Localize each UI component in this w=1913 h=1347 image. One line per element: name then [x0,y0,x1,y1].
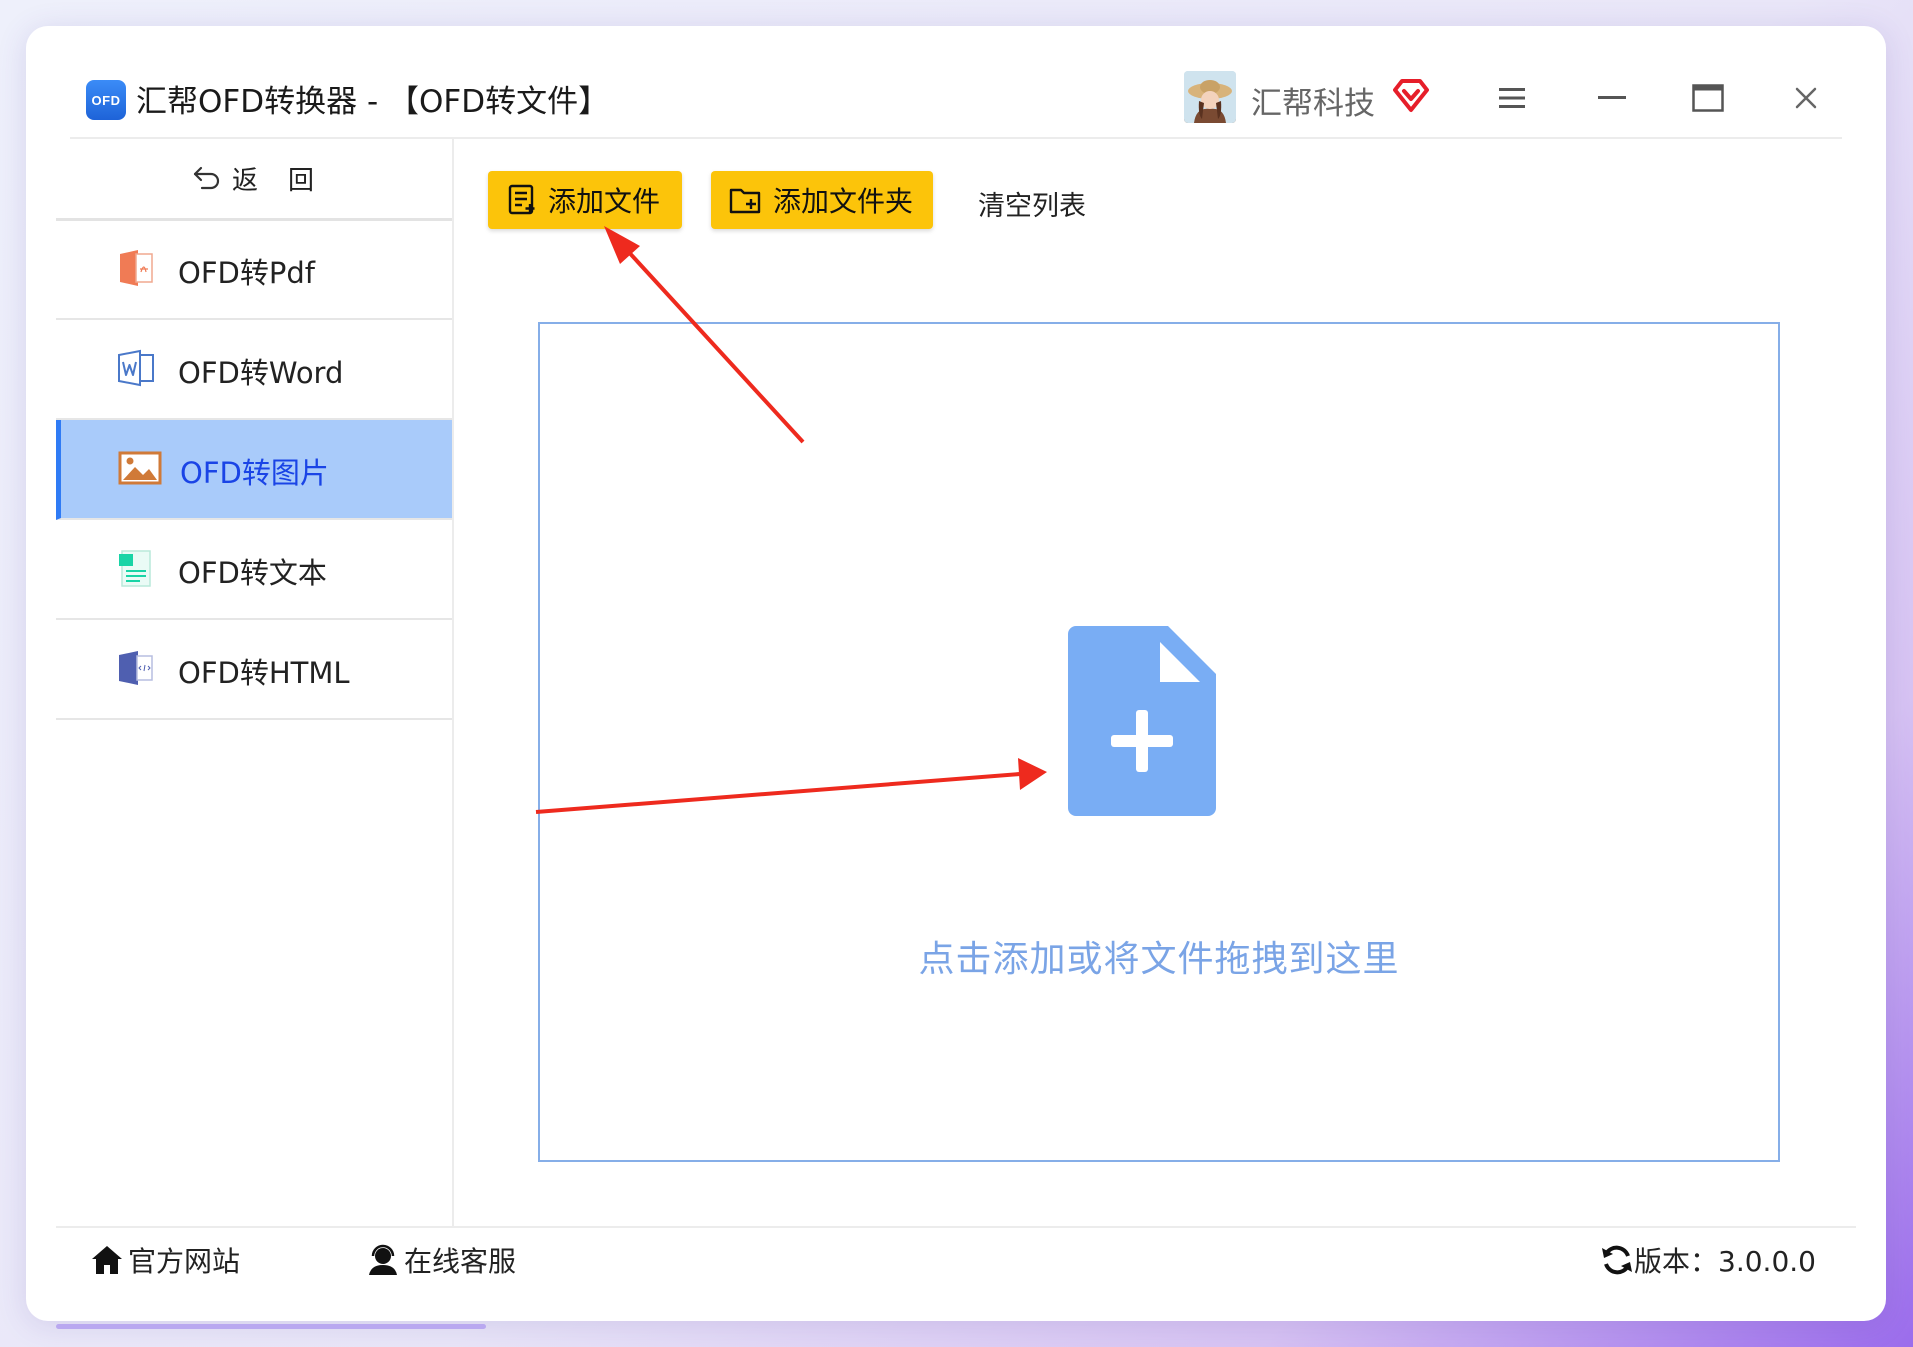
official-website-link[interactable]: 官方网站 [90,1240,240,1280]
sidebar-item-ofd-to-word[interactable]: OFD转Word [56,320,452,420]
add-file-button[interactable]: 添加文件 [488,171,682,229]
online-support-label: 在线客服 [404,1245,517,1278]
image-file-icon [118,451,162,485]
app-logo: OFD [86,80,126,120]
menu-icon[interactable] [1490,76,1534,120]
add-folder-button[interactable]: 添加文件夹 [711,171,933,229]
sidebar-item-label: OFD转Word [178,356,344,390]
version-label: 版本：3.0.0.0 [1634,1245,1816,1278]
text-file-icon [119,550,151,587]
online-support-link[interactable]: 在线客服 [366,1240,516,1280]
window-title: 汇帮OFD转换器 - 【OFD转文件】 [136,84,610,120]
sidebar-item-ofd-to-html[interactable]: OFD转HTML [56,620,452,720]
footer: 官方网站 在线客服 版本：3.0.0.0 [56,1226,1856,1308]
add-folder-label: 添加文件夹 [773,185,914,218]
sidebar: 返 回 OFD转Pdf OFD转Word OFD转图片 OFD转文本 OFD转H… [56,138,454,1228]
refresh-icon [1602,1245,1633,1275]
sidebar-item-label: OFD转Pdf [178,256,315,290]
html-file-icon [119,651,153,685]
vip-diamond-icon[interactable] [1392,76,1430,114]
back-arrow-icon [193,166,220,190]
sidebar-item-ofd-to-image[interactable]: OFD转图片 [56,420,452,520]
sidebar-item-label: OFD转文本 [178,556,327,590]
maximize-icon[interactable] [1686,76,1730,120]
sidebar-item-label: OFD转图片 [180,456,329,490]
taskbar-highlight [56,1324,486,1329]
file-drop-zone[interactable]: 点击添加或将文件拖拽到这里 [538,322,1780,1162]
minimize-icon[interactable] [1590,76,1634,120]
brand-name: 汇帮科技 [1251,86,1375,122]
home-icon [92,1246,122,1274]
official-website-label: 官方网站 [128,1245,241,1278]
back-button[interactable]: 返 回 [56,138,452,221]
word-file-icon [118,349,154,387]
title-bar: OFD 汇帮OFD转换器 - 【OFD转文件】 汇帮科技 [26,26,1886,139]
add-folder-icon [729,188,761,214]
back-label: 返 回 [231,165,316,196]
pdf-file-icon [120,250,153,286]
customer-service-icon [369,1244,397,1275]
add-file-icon [508,184,535,215]
add-file-label: 添加文件 [548,185,661,218]
sidebar-item-label: OFD转HTML [178,656,350,690]
drop-hint-text: 点击添加或将文件拖拽到这里 [918,939,1400,980]
close-icon[interactable] [1784,76,1828,120]
add-document-icon [1068,626,1216,816]
clear-list-button[interactable]: 清空列表 [978,184,1086,223]
avatar[interactable] [1184,71,1236,123]
version-info: 版本：3.0.0.0 [1600,1240,1816,1280]
sidebar-item-ofd-to-pdf[interactable]: OFD转Pdf [56,220,452,320]
app-window: OFD 汇帮OFD转换器 - 【OFD转文件】 汇帮科技 返 回 OFD转Pdf… [26,26,1886,1321]
sidebar-item-ofd-to-text[interactable]: OFD转文本 [56,520,452,620]
